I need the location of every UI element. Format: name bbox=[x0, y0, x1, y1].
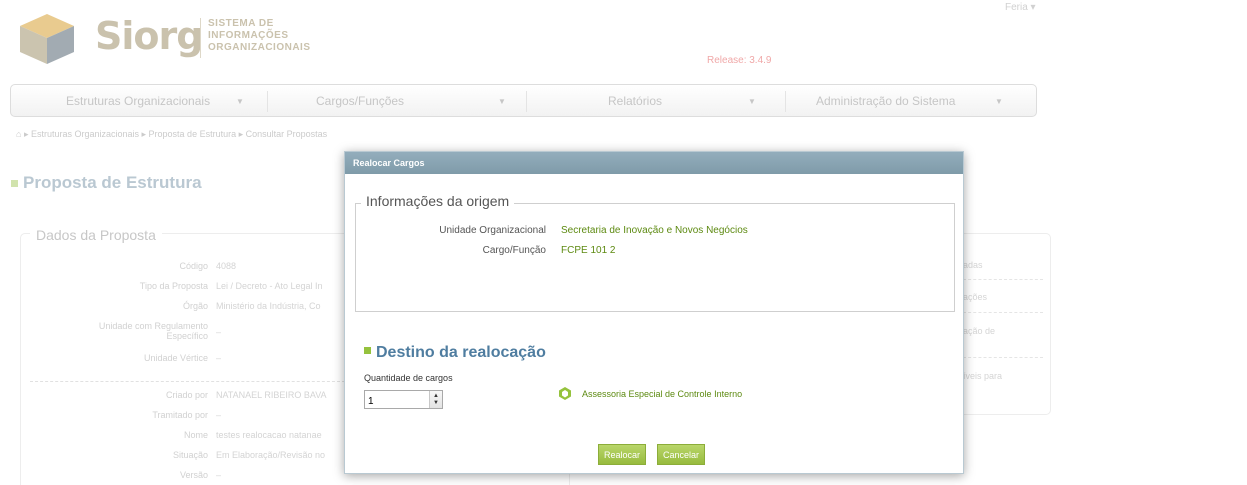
destino-unidade-link[interactable]: Assessoria Especial de Controle Interno bbox=[582, 389, 742, 399]
destino-realocacao-title: Destino da realocação bbox=[364, 344, 546, 362]
realocar-button[interactable]: Realocar bbox=[598, 444, 647, 465]
cargo-funcao-value: FCPE 101 2 bbox=[561, 245, 616, 256]
spin-down-icon[interactable]: ▼ bbox=[433, 400, 439, 406]
quantidade-cargos-label: Quantidade de cargos bbox=[364, 373, 453, 383]
unit-node-icon bbox=[559, 387, 571, 400]
page: Siorg SISTEMA DE INFORMAÇÕES ORGANIZACIO… bbox=[0, 0, 1247, 485]
quantity-stepper[interactable]: ▲ ▼ bbox=[429, 391, 442, 408]
unidade-organizacional-label: Unidade Organizacional bbox=[439, 225, 546, 236]
cancelar-button[interactable]: Cancelar bbox=[657, 444, 706, 465]
spin-up-icon[interactable]: ▲ bbox=[433, 393, 439, 399]
informacoes-origem-fieldset: Unidade Organizacional Secretaria de Ino… bbox=[355, 203, 955, 312]
unidade-organizacional-value: Secretaria de Inovação e Novos Negócios bbox=[561, 225, 748, 236]
realocar-cargos-dialog: Realocar Cargos Unidade Organizacional S… bbox=[344, 151, 964, 474]
title-bullet-icon bbox=[364, 347, 371, 355]
cargo-funcao-label: Cargo/Função bbox=[482, 245, 546, 256]
dialog-title[interactable]: Realocar Cargos bbox=[345, 152, 963, 174]
informacoes-origem-legend: Informações da origem bbox=[361, 193, 515, 209]
destino-realocacao-text: Destino da realocação bbox=[376, 344, 546, 361]
